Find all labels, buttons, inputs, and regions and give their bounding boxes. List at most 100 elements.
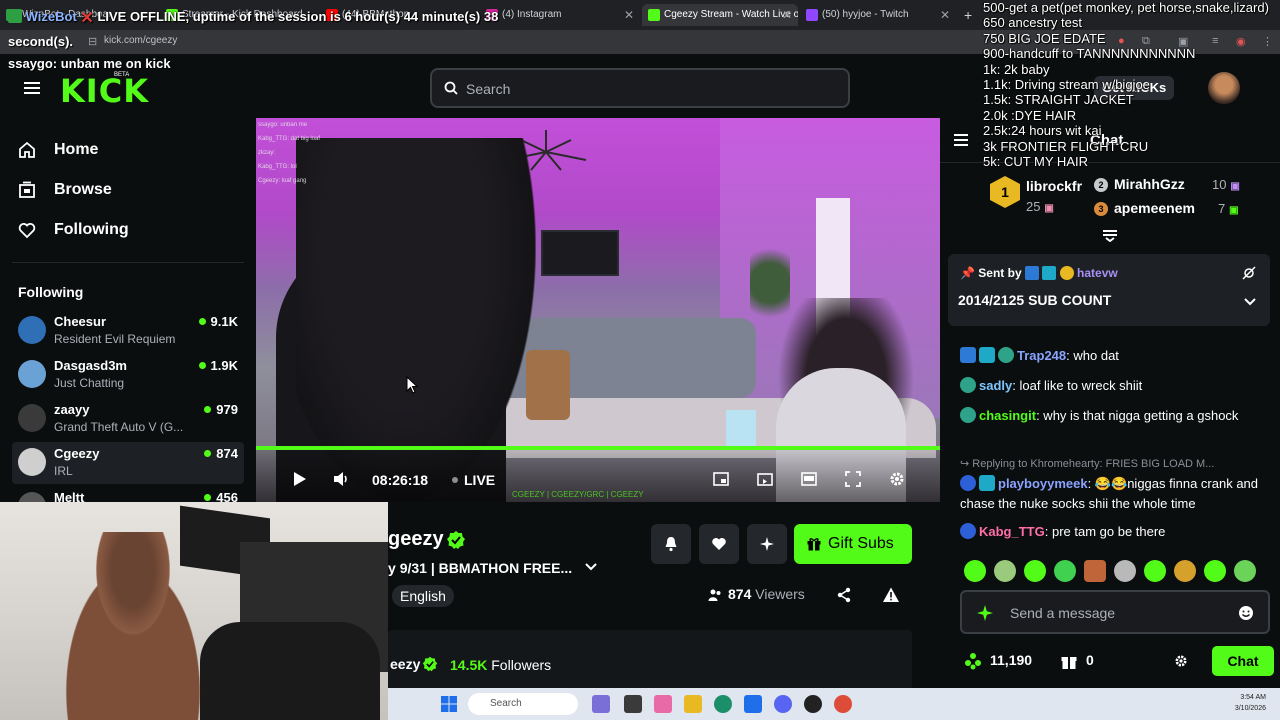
pinned-text: 2014/2125 SUB COUNT xyxy=(958,292,1112,308)
tab-close-icon[interactable]: ✕ xyxy=(782,4,792,26)
verified-badge-icon xyxy=(422,656,438,672)
webcam-scene xyxy=(200,622,380,720)
followed-channel[interactable]: Dasgasd3m Just Chatting 1.9K xyxy=(12,354,244,396)
app-icon[interactable] xyxy=(624,695,642,713)
fullscreen-icon[interactable] xyxy=(844,470,862,488)
clip-icon[interactable] xyxy=(712,470,730,488)
nav-home[interactable]: Home xyxy=(18,138,98,162)
emote-icon[interactable] xyxy=(1234,560,1256,582)
app-icon[interactable] xyxy=(744,695,762,713)
kicks-icon xyxy=(965,653,981,670)
chat-message[interactable]: ↪ Replying to Khromehearty: FRIES BIG LO… xyxy=(960,454,1270,514)
leaderboard-count: 7 ▣ xyxy=(1218,201,1239,216)
chat-message[interactable]: Kabg_TTG: pre tam go be there xyxy=(960,522,1270,542)
gift-count[interactable]: 0 xyxy=(1060,652,1094,669)
chevron-down-icon[interactable] xyxy=(1244,296,1256,308)
pinned-message[interactable]: 📌 Sent by hatevw 2014/2125 SUB COUNT xyxy=(948,254,1270,326)
emoji-picker-icon[interactable] xyxy=(1238,605,1254,621)
emote-icon[interactable] xyxy=(1144,560,1166,582)
notifications-button[interactable] xyxy=(651,524,691,564)
emote-icon[interactable] xyxy=(1084,560,1106,582)
viewer-count: 874 Viewers xyxy=(728,586,805,602)
share-icon[interactable] xyxy=(836,587,852,603)
badge-icon xyxy=(960,377,976,393)
about-streamer-name[interactable]: eezy xyxy=(390,656,420,672)
sidebar-divider xyxy=(12,262,244,263)
volume-icon[interactable] xyxy=(332,470,350,488)
leaderboard-rank-badge: 3 xyxy=(1094,202,1108,216)
language-tag[interactable]: English xyxy=(392,585,454,607)
browser-tab[interactable]: (50) hyyjoe - Twitch ✕ xyxy=(800,4,956,26)
browser-tab[interactable]: (4) Instagram ✕ xyxy=(480,4,640,26)
app-icon[interactable] xyxy=(592,695,610,713)
browser-tab-active[interactable]: Cgeezy Stream - Watch Live on Kick ✕ xyxy=(642,4,798,26)
chat-settings-gear-icon[interactable] xyxy=(1174,654,1188,668)
goal-item: 2.0k :DYE HAIR xyxy=(983,107,1077,123)
chat-message[interactable]: sadly: loaf like to wreck shiit xyxy=(960,376,1270,396)
emote-icon[interactable] xyxy=(1174,560,1196,582)
streamer-name[interactable]: geezy xyxy=(388,528,444,551)
followed-channel[interactable]: Cheesur Resident Evil Requiem 9.1K xyxy=(12,310,244,352)
kick-logo[interactable]: KICK xyxy=(60,72,149,110)
edge-icon[interactable] xyxy=(714,695,732,713)
app-icon[interactable] xyxy=(654,695,672,713)
emote-icon[interactable] xyxy=(994,560,1016,582)
emote-icon[interactable] xyxy=(1054,560,1076,582)
leaderboard-count: 25 ▣ xyxy=(1026,199,1054,214)
followed-channel[interactable]: zaayy Grand Theft Auto V (G... 979 xyxy=(12,398,244,440)
theater-mode-icon[interactable] xyxy=(800,470,818,488)
channel-avatar xyxy=(18,316,46,344)
chat-message[interactable]: Trap248: who dat xyxy=(960,346,1270,366)
emote-icon[interactable] xyxy=(964,560,986,582)
channel-avatar xyxy=(18,360,46,388)
discord-icon[interactable] xyxy=(774,695,792,713)
tab-favicon-icon xyxy=(806,9,818,21)
followed-channel-active[interactable]: Cgeezy IRL 874 xyxy=(12,442,244,484)
report-warning-icon[interactable] xyxy=(882,586,900,604)
leaderboard-user[interactable]: MirahhGzz xyxy=(1114,176,1185,192)
leaderboard-user[interactable]: librockfr xyxy=(1026,178,1082,194)
stream-title[interactable]: y 9/31 | BBMATHON FREE... xyxy=(388,560,572,576)
tab-close-icon[interactable]: ✕ xyxy=(624,4,634,26)
emote-icon[interactable] xyxy=(1114,560,1136,582)
chat-message-input[interactable]: Send a message xyxy=(960,590,1270,634)
badge-icon xyxy=(960,347,976,363)
unpin-icon[interactable] xyxy=(1242,266,1256,280)
chevron-down-icon[interactable] xyxy=(584,560,598,574)
url-text[interactable]: kick.com/cgeezy xyxy=(104,35,177,46)
nav-following[interactable]: Following xyxy=(18,218,129,242)
badge-icon xyxy=(1059,266,1074,280)
emote-icon[interactable] xyxy=(1024,560,1046,582)
taskbar-search[interactable]: Search xyxy=(468,693,578,715)
kicks-balance[interactable]: 11,190 xyxy=(964,652,1032,670)
leaderboard-user[interactable]: apemeenem xyxy=(1114,200,1195,216)
badge-icon xyxy=(960,475,976,491)
windows-start-icon[interactable] xyxy=(440,695,458,713)
gift-subs-button[interactable]: Gift Subs xyxy=(794,524,912,564)
sparkle-button[interactable] xyxy=(747,524,787,564)
verified-badge-icon xyxy=(447,531,465,549)
emote-icon[interactable] xyxy=(1204,560,1226,582)
new-tab-button[interactable]: + xyxy=(958,4,980,26)
stream-watermark: CGEEZY | CGEEZY/GRC | CGEEZY xyxy=(512,490,644,499)
chat-message[interactable]: chasingit: why is that nigga getting a g… xyxy=(960,406,1270,426)
search-input[interactable]: Search xyxy=(430,68,850,108)
collapse-leaderboard-icon[interactable] xyxy=(1100,228,1120,242)
app-icon[interactable] xyxy=(804,695,822,713)
live-indicator[interactable]: LIVE xyxy=(452,472,495,488)
tab-close-icon[interactable]: ✕ xyxy=(940,4,950,26)
follow-button[interactable] xyxy=(699,524,739,564)
settings-gear-icon[interactable] xyxy=(888,470,906,488)
hamburger-menu-icon[interactable] xyxy=(24,82,40,94)
folder-icon[interactable] xyxy=(684,695,702,713)
site-info-icon[interactable]: ⊟ xyxy=(88,35,97,48)
nav-browse[interactable]: Browse xyxy=(18,178,112,202)
home-icon xyxy=(19,141,35,158)
sparkle-icon[interactable] xyxy=(976,604,994,622)
send-chat-button[interactable]: Chat xyxy=(1212,646,1274,676)
play-icon[interactable] xyxy=(290,470,308,488)
cast-icon[interactable] xyxy=(756,470,774,488)
collapse-chat-icon[interactable] xyxy=(952,132,970,148)
chrome-icon[interactable] xyxy=(834,695,852,713)
video-player[interactable]: ssaygo: unban me Kabg_TTG: dat big loaf … xyxy=(256,118,940,502)
